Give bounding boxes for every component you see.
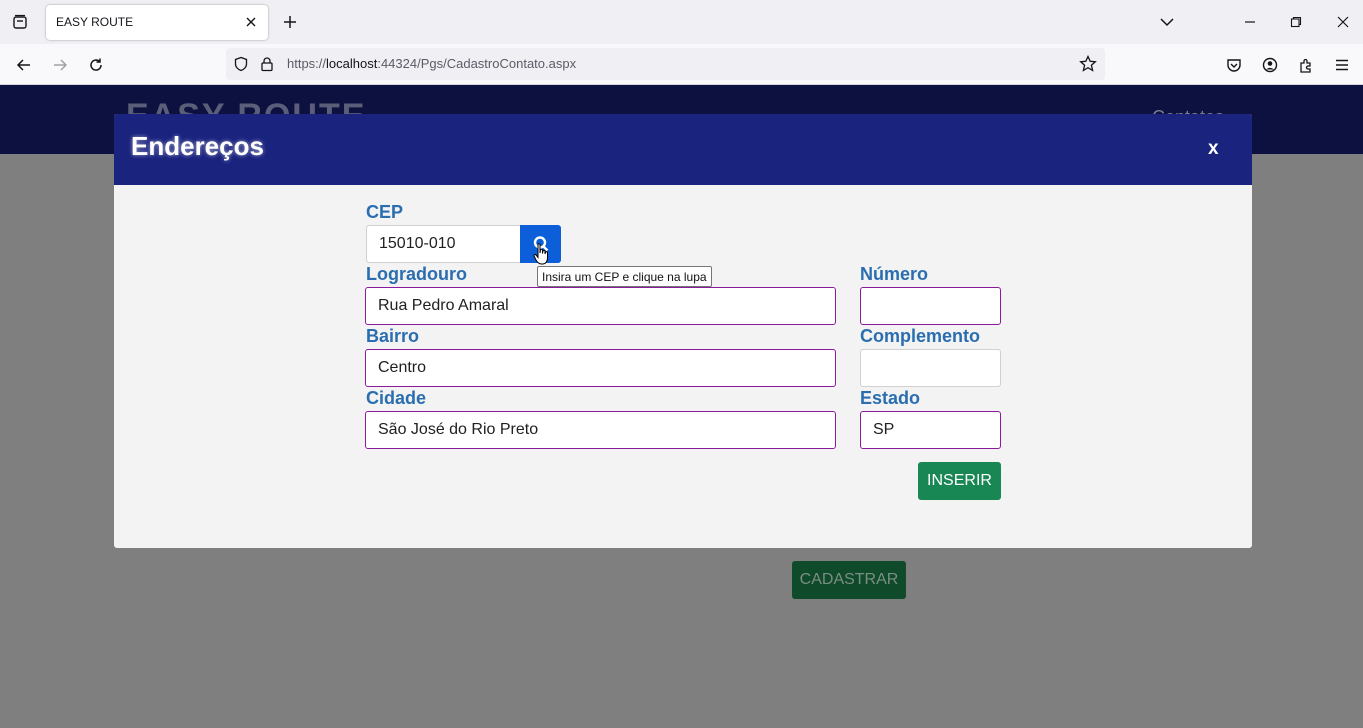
address-modal: Endereços x CEP Insira um CEP e clique n… bbox=[114, 114, 1252, 548]
logradouro-input[interactable] bbox=[365, 287, 836, 325]
account-icon[interactable] bbox=[1259, 54, 1281, 76]
pocket-icon[interactable] bbox=[1223, 54, 1245, 76]
modal-title: Endereços bbox=[131, 131, 264, 161]
cep-input[interactable] bbox=[366, 225, 521, 263]
chevron-down-icon[interactable] bbox=[1157, 12, 1177, 32]
star-icon[interactable] bbox=[1079, 55, 1097, 73]
restore-icon[interactable] bbox=[1286, 12, 1306, 32]
complemento-label: Complemento bbox=[860, 326, 981, 346]
url-prefix: https:// bbox=[287, 56, 327, 71]
menu-icon[interactable] bbox=[1331, 54, 1353, 76]
extensions-icon[interactable] bbox=[1295, 54, 1317, 76]
reload-icon[interactable] bbox=[85, 54, 107, 76]
minimize-icon[interactable] bbox=[1240, 12, 1260, 32]
window-close-icon[interactable] bbox=[1333, 12, 1353, 32]
back-arrow-icon[interactable] bbox=[13, 54, 35, 76]
browser-tab-bar: EASY ROUTE bbox=[0, 0, 1363, 44]
url-host: localhost bbox=[326, 56, 378, 71]
tab-list-icon[interactable] bbox=[8, 10, 32, 34]
cep-label: CEP bbox=[366, 202, 404, 222]
estado-input[interactable] bbox=[860, 411, 1001, 449]
close-icon[interactable] bbox=[242, 13, 260, 31]
modal-close-button[interactable]: x bbox=[1208, 138, 1219, 160]
numero-label: Número bbox=[860, 264, 929, 284]
logradouro-label: Logradouro bbox=[366, 264, 467, 284]
browser-nav-bar: https://localhost:44324/Pgs/CadastroCont… bbox=[0, 44, 1363, 85]
cidade-input[interactable] bbox=[365, 411, 836, 449]
forward-arrow-icon[interactable] bbox=[49, 54, 71, 76]
cep-tooltip: Insira um CEP e clique na lupa bbox=[537, 266, 712, 287]
url-text: https://localhost:44324/Pgs/CadastroCont… bbox=[287, 56, 576, 71]
complemento-input[interactable] bbox=[860, 349, 1001, 387]
numero-input[interactable] bbox=[860, 287, 1001, 325]
hand-cursor-icon bbox=[533, 243, 548, 265]
inserir-button[interactable]: INSERIR bbox=[918, 462, 1001, 500]
plus-icon[interactable] bbox=[280, 12, 300, 32]
shield-icon[interactable] bbox=[232, 55, 250, 73]
bairro-input[interactable] bbox=[365, 349, 836, 387]
lock-icon[interactable] bbox=[258, 55, 276, 73]
url-path: :44324/Pgs/CadastroContato.aspx bbox=[377, 56, 577, 71]
modal-header: Endereços x bbox=[114, 114, 1252, 185]
cadastrar-button[interactable]: CADASTRAR bbox=[792, 561, 906, 599]
url-bar[interactable]: https://localhost:44324/Pgs/CadastroCont… bbox=[226, 48, 1105, 80]
browser-tab[interactable]: EASY ROUTE bbox=[46, 5, 268, 40]
bairro-label: Bairro bbox=[366, 326, 420, 346]
cidade-label: Cidade bbox=[366, 388, 427, 408]
tab-title: EASY ROUTE bbox=[56, 15, 134, 29]
estado-label: Estado bbox=[860, 388, 921, 408]
